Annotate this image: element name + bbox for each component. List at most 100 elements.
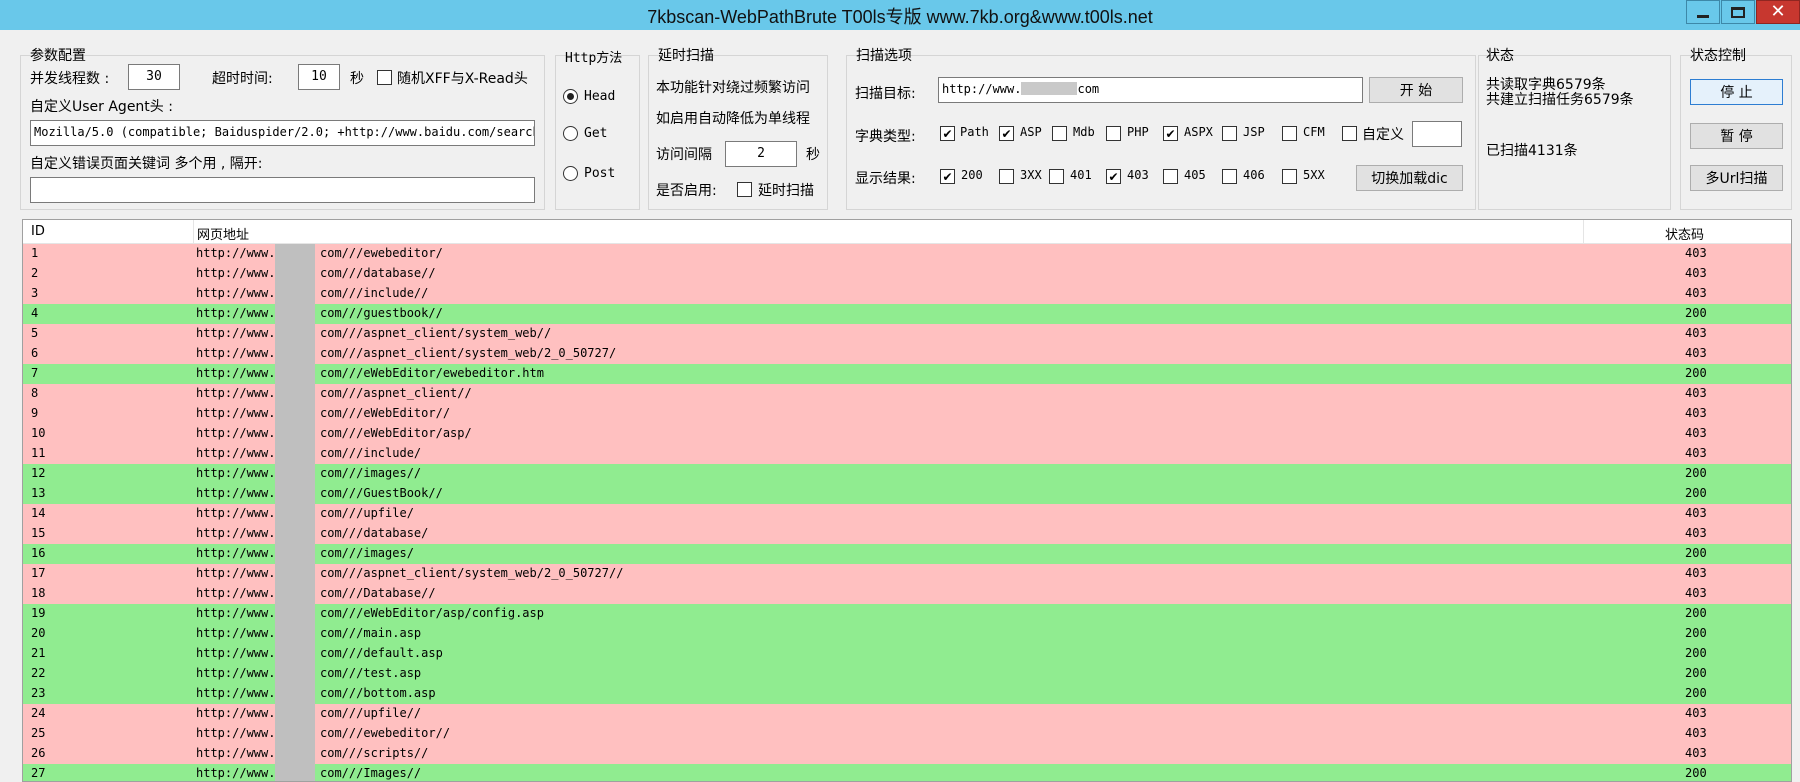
col-divider[interactable] (1583, 220, 1584, 244)
dict-mdb-checkbox[interactable] (1052, 126, 1067, 141)
table-row[interactable]: 10 http://www. com///eWebEditor/asp/403 (23, 424, 1791, 444)
row-id: 16 (31, 546, 46, 560)
result-405-label: 405 (1184, 168, 1206, 182)
table-row[interactable]: 20 http://www. com///main.asp 200 (23, 624, 1791, 644)
col-id[interactable]: ID (31, 224, 45, 239)
target-input[interactable]: http://www. com (938, 77, 1363, 103)
table-row[interactable]: 19 http://www. com///eWebEditor/asp/config… (23, 604, 1791, 624)
interval-unit: 秒 (806, 147, 820, 163)
col-status-code[interactable]: 状态码 (1665, 224, 1704, 243)
method-get-label: Get (584, 126, 608, 141)
result-405-checkbox[interactable] (1163, 169, 1178, 184)
row-id: 8 (31, 386, 39, 400)
method-post-radio[interactable] (563, 166, 578, 181)
result-3xx-checkbox[interactable] (999, 169, 1014, 184)
result-401-checkbox[interactable] (1049, 169, 1064, 184)
row-url-path: com///test.asp (320, 666, 422, 680)
table-row[interactable]: 21 http://www. com///default.asp 200 (23, 644, 1791, 664)
table-row[interactable]: 6 http://www. com///aspnet_client/system_w… (23, 344, 1791, 364)
redaction-mask (275, 284, 315, 304)
status-control-title: 状态控制 (1690, 48, 1746, 64)
maximize-button[interactable] (1721, 0, 1755, 24)
method-get-radio[interactable] (563, 126, 578, 141)
col-url[interactable]: 网页地址 (197, 224, 249, 243)
method-head-radio[interactable] (563, 89, 578, 104)
table-row[interactable]: 13 http://www. com///GuestBook// 200 (23, 484, 1791, 504)
dict-jsp-checkbox[interactable] (1222, 126, 1237, 141)
row-id: 26 (31, 746, 46, 760)
pause-button[interactable]: 暂 停 (1690, 123, 1783, 149)
dict-php-checkbox[interactable] (1106, 126, 1121, 141)
table-row[interactable]: 17 http://www. com///aspnet_client/system_… (23, 564, 1791, 584)
method-post-label: Post (584, 166, 616, 181)
dict-jsp-label: JSP (1243, 125, 1265, 139)
row-url-path: com///include/ (320, 446, 422, 460)
multi-url-button[interactable]: 多Url扫描 (1690, 165, 1783, 191)
table-row[interactable]: 22 http://www. com///test.asp 200 (23, 664, 1791, 684)
error-keyword-input[interactable] (30, 177, 535, 203)
table-row[interactable]: 11 http://www. com///include/403 (23, 444, 1791, 464)
table-row[interactable]: 3 http://www. com///include// 403 (23, 284, 1791, 304)
delay-enable-checkbox[interactable] (737, 182, 752, 197)
results-table[interactable]: ID 网页地址 状态码 1 http://www. com///ewebeditor… (22, 219, 1792, 782)
table-row[interactable]: 25 http://www. com///ewebeditor// 403 (23, 724, 1791, 744)
dict-cfm-checkbox[interactable] (1282, 126, 1297, 141)
interval-input[interactable]: 2 (725, 141, 797, 167)
target-label: 扫描目标: (855, 86, 916, 102)
random-xff-checkbox[interactable] (377, 70, 392, 85)
table-row[interactable]: 14 http://www. com///upfile/403 (23, 504, 1791, 524)
table-row[interactable]: 12 http://www. com///images// 200 (23, 464, 1791, 484)
table-row[interactable]: 16 http://www. com///images/200 (23, 544, 1791, 564)
threads-input[interactable]: 30 (128, 64, 180, 90)
col-divider[interactable] (193, 220, 194, 244)
row-url-prefix: http://www. (196, 546, 276, 560)
row-url-path: com///upfile// (320, 706, 422, 720)
row-status-code: 403 (1685, 526, 1707, 540)
switch-dic-button[interactable]: 切换加载dic (1356, 165, 1463, 191)
result-3xx-label: 3XX (1020, 168, 1042, 182)
table-row[interactable]: 24 http://www. com///upfile// 403 (23, 704, 1791, 724)
row-status-code: 403 (1685, 266, 1707, 280)
delay-desc-1: 本功能针对绕过频繁访问 (656, 80, 810, 96)
result-200-checkbox[interactable]: ✔ (940, 169, 955, 184)
target-suffix: com (1077, 82, 1100, 96)
dict-aspx-checkbox[interactable]: ✔ (1163, 126, 1178, 141)
redaction-mask (275, 324, 315, 344)
table-row[interactable]: 26 http://www. com///scripts// 403 (23, 744, 1791, 764)
table-row[interactable]: 2 http://www. com///database// 403 (23, 264, 1791, 284)
close-button[interactable]: ✕ (1756, 0, 1800, 24)
dict-asp-checkbox[interactable]: ✔ (999, 126, 1014, 141)
table-row[interactable]: 23 http://www. com///bottom.asp 200 (23, 684, 1791, 704)
dict-cfm-label: CFM (1303, 125, 1325, 139)
redaction-mask (275, 664, 315, 684)
table-row[interactable]: 4 http://www. com///guestbook// 200 (23, 304, 1791, 324)
timeout-input[interactable]: 10 (298, 64, 340, 90)
title-bar[interactable]: 7kbscan-WebPathBrute T00ls专版 www.7kb.org… (0, 0, 1800, 30)
close-icon: ✕ (1770, 1, 1786, 22)
row-id: 3 (31, 286, 39, 300)
table-row[interactable]: 9 http://www. com///eWebEditor// 403 (23, 404, 1791, 424)
table-row[interactable]: 7 http://www. com///eWebEditor/ewebeditor.… (23, 364, 1791, 384)
dict-path-checkbox[interactable]: ✔ (940, 126, 955, 141)
row-id: 10 (31, 426, 46, 440)
minimize-button[interactable] (1686, 0, 1720, 24)
stop-button[interactable]: 停 止 (1690, 79, 1783, 105)
redaction-mask (275, 644, 315, 664)
ua-input[interactable]: Mozilla/5.0 (compatible; Baiduspider/2.0… (30, 120, 535, 146)
result-403-checkbox[interactable]: ✔ (1106, 169, 1121, 184)
dict-custom-checkbox[interactable] (1342, 126, 1357, 141)
table-row[interactable]: 18 http://www. com///Database// 403 (23, 584, 1791, 604)
table-row[interactable]: 1 http://www. com///ewebeditor/403 (23, 244, 1791, 264)
table-row[interactable]: 27 http://www. com///Images// 200 (23, 764, 1791, 781)
row-status-code: 200 (1685, 686, 1707, 700)
row-id: 18 (31, 586, 46, 600)
table-row[interactable]: 8 http://www. com///aspnet_client// 403 (23, 384, 1791, 404)
result-5xx-checkbox[interactable] (1282, 169, 1297, 184)
row-url-prefix: http://www. (196, 426, 276, 440)
table-row[interactable]: 15 http://www. com///database/403 (23, 524, 1791, 544)
start-button[interactable]: 开 始 (1369, 77, 1463, 103)
table-row[interactable]: 5 http://www. com///aspnet_client/system_w… (23, 324, 1791, 344)
row-status-code: 200 (1685, 306, 1707, 320)
dict-custom-input[interactable] (1412, 121, 1462, 147)
result-406-checkbox[interactable] (1222, 169, 1237, 184)
